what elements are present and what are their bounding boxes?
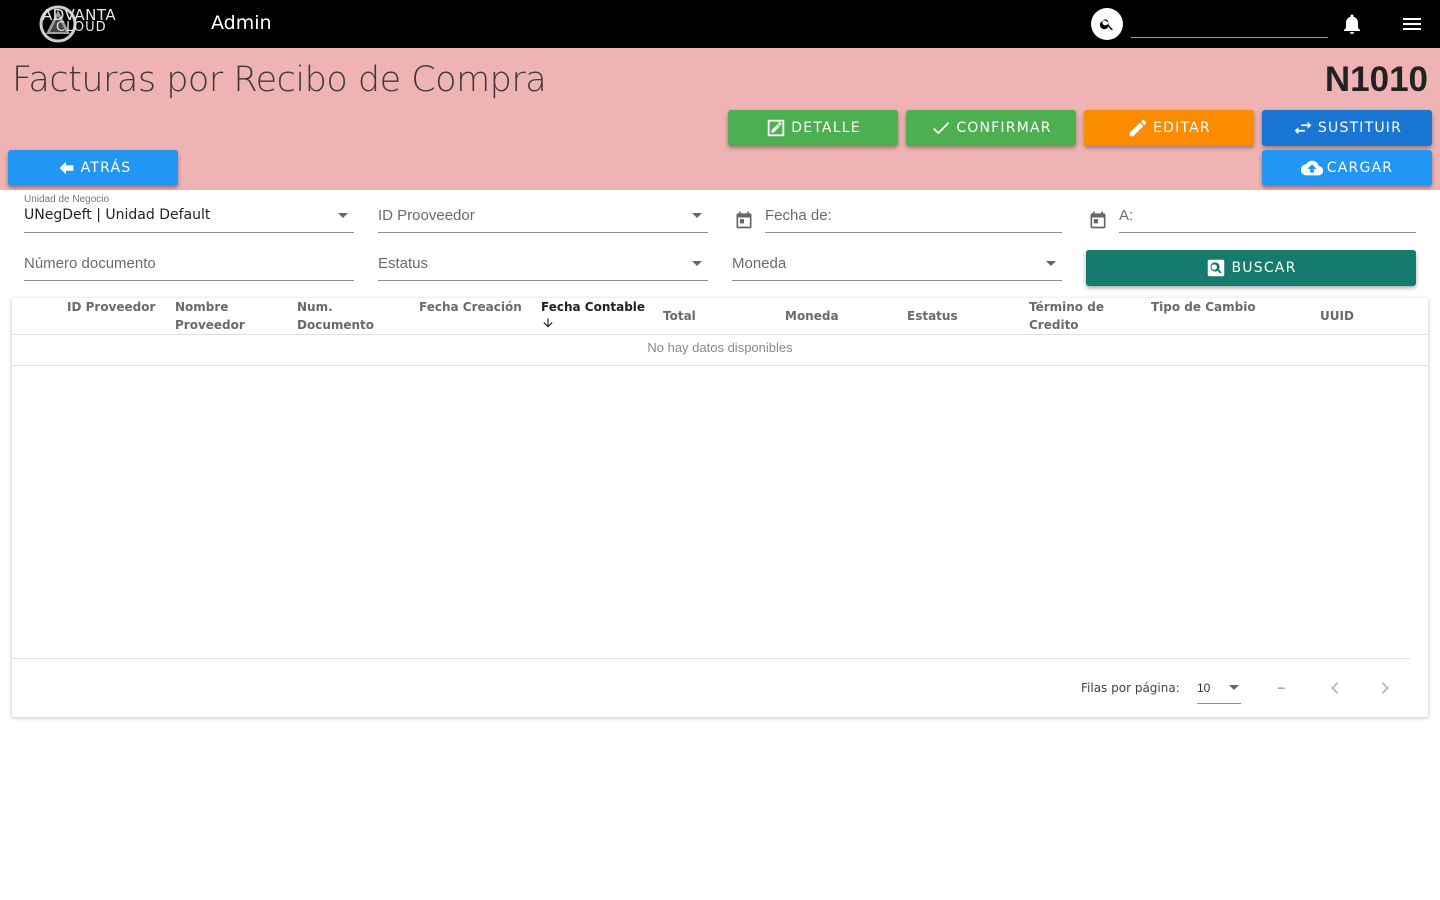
estatus-label: Estatus bbox=[378, 255, 429, 272]
column-header-moneda[interactable]: Moneda bbox=[785, 307, 839, 325]
arrow-left-icon bbox=[59, 161, 73, 175]
cargar-button[interactable]: CARGAR bbox=[1262, 150, 1432, 186]
search-icon bbox=[1099, 19, 1113, 31]
column-header-id-proveedor[interactable]: ID Proveedor bbox=[67, 298, 155, 316]
buscar-label: BUSCAR bbox=[1231, 260, 1297, 276]
chevron-right-icon[interactable] bbox=[1373, 676, 1397, 700]
calendar-icon[interactable] bbox=[1088, 209, 1108, 231]
sustituir-button[interactable]: SUSTITUIR bbox=[1262, 110, 1432, 146]
unidad-negocio-select[interactable]: UNegDeft | Unidad Default bbox=[24, 203, 354, 233]
id-proveedor-select[interactable]: ID Prooveedor bbox=[378, 203, 708, 233]
cargar-label: CARGAR bbox=[1326, 160, 1394, 176]
atras-label: ATRÁS bbox=[80, 160, 132, 176]
chevron-down-icon bbox=[1229, 685, 1239, 690]
editar-button[interactable]: EDITAR bbox=[1084, 110, 1254, 146]
unidad-negocio-value: UNegDeft | Unidad Default bbox=[24, 207, 211, 223]
estatus-select[interactable]: Estatus bbox=[378, 251, 708, 281]
pencil-icon bbox=[1129, 119, 1147, 137]
fecha-de-label: Fecha de: bbox=[765, 207, 832, 224]
chevron-down-icon bbox=[692, 213, 702, 218]
logo-line2: CLOUD bbox=[56, 20, 107, 35]
search-button[interactable] bbox=[1091, 8, 1123, 40]
chevron-down-icon bbox=[1046, 261, 1056, 266]
editar-label: EDITAR bbox=[1153, 120, 1211, 136]
fecha-de-field[interactable]: Fecha de: bbox=[765, 203, 1062, 233]
column-header-total[interactable]: Total bbox=[663, 307, 696, 325]
document-code: N1010 bbox=[1324, 60, 1428, 99]
bell-icon[interactable] bbox=[1340, 12, 1364, 36]
arrow-down-icon bbox=[543, 318, 553, 328]
rows-per-page-select[interactable]: 10 bbox=[1197, 674, 1241, 704]
moneda-label: Moneda bbox=[732, 255, 787, 272]
column-header-fecha-creacion[interactable]: Fecha Creación bbox=[419, 298, 522, 316]
detalle-label: DETALLE bbox=[791, 120, 861, 136]
search-input[interactable] bbox=[1131, 10, 1328, 38]
id-proveedor-label: ID Prooveedor bbox=[378, 207, 475, 224]
cloud-upload-icon bbox=[1300, 160, 1323, 176]
footer-divider bbox=[12, 658, 1410, 659]
no-data-message: No hay datos disponibles bbox=[12, 334, 1428, 366]
column-header-nombre-proveedor[interactable]: Nombre Proveedor bbox=[175, 298, 245, 334]
column-header-estatus[interactable]: Estatus bbox=[907, 307, 958, 325]
chevron-left-icon[interactable] bbox=[1323, 676, 1347, 700]
rows-per-page-label: Filas por página: bbox=[1081, 681, 1180, 695]
app-title: Admin bbox=[211, 12, 272, 34]
atras-button[interactable]: ATRÁS bbox=[8, 150, 178, 186]
menu-icon[interactable] bbox=[1400, 12, 1424, 36]
rows-per-page-value: 10 bbox=[1197, 681, 1211, 695]
calendar-icon[interactable] bbox=[734, 209, 754, 231]
edit-box-icon bbox=[767, 119, 785, 137]
sustituir-label: SUSTITUIR bbox=[1317, 120, 1403, 136]
chevron-down-icon bbox=[692, 261, 702, 266]
facturas-table: ID Proveedor Nombre Proveedor Num. Documen… bbox=[12, 298, 1428, 717]
page-title: Facturas por Recibo de Compra bbox=[12, 60, 547, 100]
column-header-num-documento[interactable]: Num. Documento bbox=[297, 298, 374, 334]
detalle-button[interactable]: DETALLE bbox=[728, 110, 898, 146]
chevron-down-icon bbox=[338, 213, 348, 218]
fecha-a-field[interactable]: A: bbox=[1119, 203, 1416, 233]
numero-documento-field[interactable]: Número documento bbox=[24, 251, 354, 281]
swap-icon bbox=[1294, 121, 1312, 135]
column-header-uuid[interactable]: UUID bbox=[1320, 307, 1354, 325]
confirmar-label: CONFIRMAR bbox=[956, 120, 1052, 136]
column-header-termino-credito[interactable]: Término de Credito bbox=[1029, 298, 1104, 334]
app-bar: ADVANTA CLOUD Admin bbox=[0, 0, 1440, 48]
pagination-range: – bbox=[1278, 680, 1285, 694]
confirmar-button[interactable]: CONFIRMAR bbox=[906, 110, 1076, 146]
fecha-a-label: A: bbox=[1119, 207, 1134, 224]
column-header-fecha-contable[interactable]: Fecha Contable bbox=[541, 298, 645, 335]
column-header-tipo-cambio[interactable]: Tipo de Cambio bbox=[1151, 298, 1256, 316]
numero-documento-label: Número documento bbox=[24, 255, 156, 272]
search-box-icon bbox=[1208, 259, 1225, 277]
buscar-button[interactable]: BUSCAR bbox=[1086, 250, 1416, 286]
check-icon bbox=[933, 122, 950, 135]
moneda-select[interactable]: Moneda bbox=[732, 251, 1062, 281]
